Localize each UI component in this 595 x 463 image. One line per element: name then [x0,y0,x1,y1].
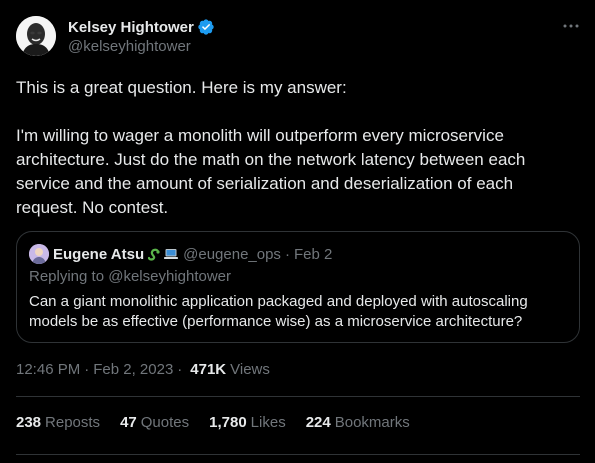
engagement-stats: 238 Reposts 47 Quotes 1,780 Likes 224 Bookma… [16,414,430,431]
stat-count: 238 [16,414,42,431]
tweet-metadata: 12:46 PM · Feb 2, 2023 · 471K Views [16,361,270,378]
stat-label: Likes [250,414,286,431]
tweet-time[interactable]: 12:46 PM [16,361,80,378]
divider [16,396,580,397]
quoted-tweet-header: Eugene Atsu @eugene_ops · Feb 2 [29,244,332,264]
views-count[interactable]: 471K [190,361,226,378]
stat-count: 47 [120,414,137,431]
tweet-date[interactable]: Feb 2, 2023 [93,361,173,378]
stat-bookmarks[interactable]: 224 Bookmarks [306,414,410,431]
divider [16,454,580,455]
quoted-name-emojis [146,246,179,262]
author-block: Kelsey Hightower @kelseyhightower [68,17,215,55]
stat-label: Quotes [140,414,190,431]
tweet: Kelsey Hightower @kelseyhightower This i… [0,0,595,463]
snake-emoji-icon [148,248,160,261]
tweet-text: This is a great question. Here is my ans… [16,76,576,220]
views-label: Views [230,361,270,378]
avatar-photo [16,16,56,56]
author-name-row: Kelsey Hightower [68,17,215,37]
tweet-paragraph: This is a great question. Here is my ans… [16,78,347,97]
laptop-emoji-icon [164,249,179,259]
meta-separator: · [177,361,183,378]
stat-label: Reposts [45,414,101,431]
stat-reposts[interactable]: 238 Reposts [16,414,100,431]
stat-label: Bookmarks [334,414,410,431]
verified-badge-icon[interactable] [197,18,215,36]
stat-quotes[interactable]: 47 Quotes [120,414,189,431]
stat-count: 224 [305,414,331,431]
more-horizontal-icon[interactable] [561,16,581,36]
meta-separator: · [84,361,90,378]
stat-count: 1,780 [209,414,247,431]
author-display-name[interactable]: Kelsey Hightower [68,19,194,36]
stat-likes[interactable]: 1,780 Likes [209,414,286,431]
tweet-paragraph: I'm willing to wager a monolith will out… [16,126,526,217]
author-avatar[interactable] [16,16,56,56]
author-handle[interactable]: @kelseyhightower [68,38,215,55]
quoted-author-avatar[interactable] [29,244,49,264]
quoted-author-name[interactable]: Eugene Atsu [53,246,144,263]
quoted-tweet-card[interactable]: Eugene Atsu @eugene_ops · Feb 2 Replying… [16,231,580,343]
quoted-date[interactable]: Feb 2 [294,246,332,263]
quoted-tweet-text: Can a giant monolithic application packa… [29,293,528,330]
quoted-separator: · [284,245,290,263]
quoted-replying-to: Replying to @kelseyhightower [29,268,231,285]
quoted-author-handle[interactable]: @eugene_ops [183,246,281,263]
